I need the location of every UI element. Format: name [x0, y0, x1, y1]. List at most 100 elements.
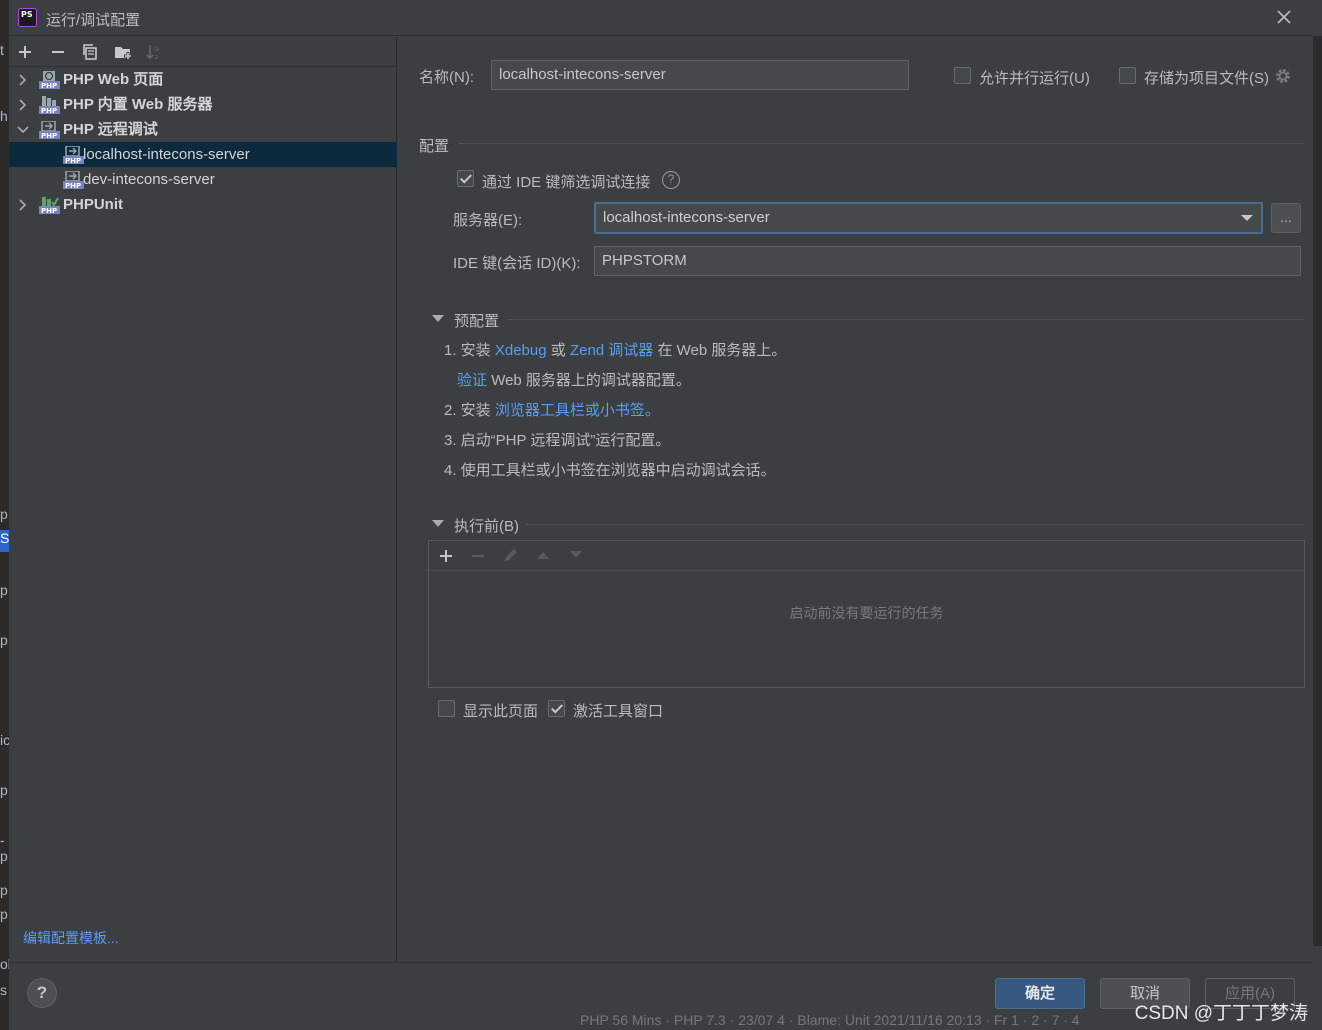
- before-launch-empty-message: 启动前没有要运行的任务: [789, 605, 944, 621]
- chevron-right-icon[interactable]: [16, 192, 30, 217]
- store-as-project-file-checkbox[interactable]: [1119, 67, 1136, 84]
- svg-text:PHP: PHP: [65, 157, 81, 164]
- zend-debugger-link[interactable]: Zend 调试器: [570, 342, 653, 359]
- tree-toolbar: az: [9, 37, 397, 67]
- step-text: 在 Web 服务器上。: [657, 342, 787, 359]
- filter-ide-key-checkbox[interactable]: [457, 170, 474, 187]
- edge-glyph: p: [0, 506, 8, 522]
- allow-parallel-label: 允许并行运行(U): [979, 70, 1090, 87]
- store-as-project-file-label: 存储为项目文件(S): [1144, 70, 1269, 87]
- tree-node-dev-intecons-server[interactable]: PHP dev-intecons-server: [9, 167, 397, 192]
- before-launch-section-title[interactable]: 执行前(B): [454, 515, 519, 536]
- collapse-preconfig-icon[interactable]: [432, 315, 444, 322]
- csdn-watermark: CSDN @丁丁丁梦涛: [1134, 1003, 1308, 1024]
- edit-task-icon[interactable]: [503, 547, 519, 563]
- config-section-title: 配置: [419, 138, 450, 155]
- remove-icon[interactable]: [46, 41, 70, 63]
- config-tree-panel: az PHP PHP Web 页面 PHP PHP 内置 Web 服务器 PHP…: [9, 37, 397, 962]
- help-button[interactable]: ?: [27, 978, 57, 1008]
- validate-link[interactable]: 验证: [457, 372, 487, 389]
- collapse-before-launch-icon[interactable]: [432, 520, 444, 527]
- tree-node-label: PHP Web 页面: [63, 71, 164, 88]
- edit-templates-link[interactable]: 编辑配置模板...: [23, 928, 119, 948]
- xdebug-link[interactable]: Xdebug: [495, 342, 547, 359]
- edge-glyph: p: [0, 782, 8, 798]
- tree-node-phpunit[interactable]: PHP PHPUnit: [9, 192, 397, 217]
- phpunit-icon: PHP: [39, 197, 60, 214]
- edge-glyph: p: [0, 906, 8, 922]
- remove-task-icon[interactable]: [471, 549, 485, 563]
- php-remote-debug-icon: PHP: [39, 121, 60, 139]
- activate-tool-window-checkbox[interactable]: [548, 700, 565, 717]
- preconfig-step-2: 2. 安装 浏览器工具栏或小书签。: [444, 399, 660, 420]
- preconfig-step-1: 1. 安装 Xdebug 或 Zend 调试器 在 Web 服务器上。: [444, 339, 786, 360]
- filter-ide-key-label: 通过 IDE 键筛选调试连接: [482, 174, 651, 191]
- tree-node-label: PHP 远程调试: [63, 121, 158, 138]
- close-icon[interactable]: [1275, 8, 1293, 26]
- copy-icon[interactable]: [78, 41, 102, 63]
- php-server-icon: PHP: [39, 96, 60, 114]
- step-text: 2. 安装: [444, 402, 491, 419]
- edge-glyph: s: [0, 982, 7, 998]
- dropdown-arrow-icon: [1241, 215, 1253, 221]
- allow-parallel-checkbox[interactable]: [954, 67, 971, 84]
- preconfig-step-1b: 验证 Web 服务器上的调试器配置。: [457, 369, 691, 390]
- tree-node-php-remote-debug[interactable]: PHP PHP 远程调试: [9, 117, 397, 142]
- folder-add-icon[interactable]: [111, 41, 135, 63]
- move-up-icon[interactable]: [536, 550, 550, 560]
- edge-glyph: p: [0, 582, 8, 598]
- background-ide-right-edge: [1313, 36, 1322, 946]
- help-icon[interactable]: ?: [662, 171, 680, 189]
- tree-node-php-builtin-server[interactable]: PHP PHP 内置 Web 服务器: [9, 92, 397, 117]
- add-icon[interactable]: [13, 41, 37, 63]
- tree-node-label: dev-intecons-server: [83, 171, 215, 188]
- edge-glyph: -p: [0, 832, 8, 864]
- tree-node-localhost-intecons-server[interactable]: PHP localhost-intecons-server: [9, 142, 397, 167]
- step-text: Web 服务器上的调试器配置。: [491, 372, 691, 389]
- edge-glyph: t: [0, 42, 4, 58]
- add-task-icon[interactable]: [439, 549, 453, 563]
- ide-key-label: IDE 键(会话 ID)(K):: [453, 255, 581, 272]
- browse-servers-button[interactable]: ...: [1271, 203, 1301, 233]
- chevron-right-icon[interactable]: [16, 67, 30, 92]
- before-launch-toolbar: [429, 541, 1304, 571]
- tree-node-label: localhost-intecons-server: [83, 146, 250, 163]
- tree-node-label: PHP 内置 Web 服务器: [63, 96, 213, 113]
- server-select-value: localhost-intecons-server: [603, 209, 770, 226]
- svg-text:a: a: [155, 46, 159, 53]
- chevron-down-icon[interactable]: [16, 117, 30, 142]
- move-down-icon[interactable]: [569, 550, 583, 560]
- show-page-checkbox[interactable]: [438, 700, 455, 717]
- edge-glyph: ic: [0, 732, 9, 748]
- gear-icon[interactable]: [1274, 67, 1292, 85]
- svg-text:z: z: [155, 54, 158, 60]
- browser-toolbar-link[interactable]: 浏览器工具栏或小书签。: [495, 402, 660, 419]
- php-remote-debug-icon: PHP: [63, 146, 84, 164]
- server-label: 服务器(E):: [453, 212, 523, 229]
- section-divider: [508, 319, 1304, 320]
- run-debug-config-dialog: PS 运行/调试配置 az PHP PHP Web 页面 PHP PHP 内置 …: [9, 0, 1313, 1030]
- svg-text:PHP: PHP: [65, 182, 81, 189]
- title-bar: PS 运行/调试配置: [9, 0, 1313, 36]
- server-select[interactable]: localhost-intecons-server: [594, 202, 1263, 234]
- tree-node-php-web-page[interactable]: PHP PHP Web 页面: [9, 67, 397, 92]
- step-text: 1. 安装: [444, 342, 491, 359]
- edge-glyph: p: [0, 632, 8, 648]
- chevron-right-icon[interactable]: [16, 92, 30, 117]
- sort-icon[interactable]: az: [143, 41, 167, 63]
- phpstorm-logo-icon: PS: [18, 8, 37, 27]
- ide-key-input[interactable]: PHPSTORM: [594, 246, 1301, 276]
- name-input[interactable]: localhost-intecons-server: [491, 60, 909, 90]
- svg-text:PHP: PHP: [41, 107, 57, 114]
- show-page-label: 显示此页面: [463, 703, 539, 720]
- section-divider: [458, 143, 1304, 144]
- ok-button[interactable]: 确定: [995, 978, 1085, 1009]
- php-remote-debug-icon: PHP: [63, 171, 84, 189]
- edge-glyph: S: [0, 530, 9, 552]
- before-launch-task-list: 启动前没有要运行的任务: [428, 540, 1305, 688]
- preconfig-section-title[interactable]: 预配置: [454, 310, 499, 331]
- svg-text:PHP: PHP: [41, 207, 57, 214]
- edge-glyph: ol: [0, 956, 9, 972]
- config-tree: PHP PHP Web 页面 PHP PHP 内置 Web 服务器 PHP PH…: [9, 67, 397, 217]
- config-editor-panel: 名称(N): localhost-intecons-server 允许并行运行(…: [398, 37, 1313, 962]
